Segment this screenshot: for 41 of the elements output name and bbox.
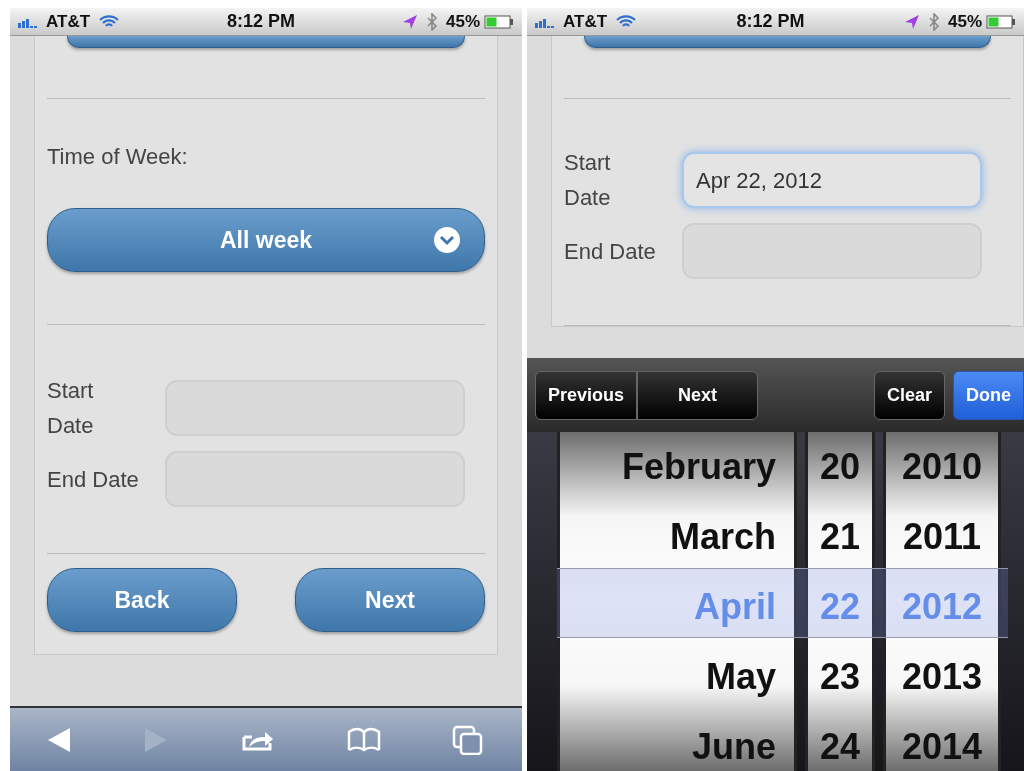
battery-percent: 45%	[947, 10, 982, 33]
picker-option[interactable]: February	[560, 432, 794, 502]
picker-option[interactable]: 20	[808, 432, 872, 502]
picker-option[interactable]: 23	[808, 642, 872, 712]
bluetooth-icon	[425, 12, 438, 31]
status-time: 8:12 PM	[736, 11, 805, 31]
field-label: End Date	[47, 465, 140, 494]
date-picker[interactable]: February March April May June 20 21 22 23 24 2010 2011 2012 2013 2014	[527, 432, 1024, 771]
nav-button[interactable]: Next	[295, 568, 485, 632]
status-time: 8:12 PM	[227, 11, 296, 31]
picker-option[interactable]: 2013	[886, 642, 998, 712]
dropdown-button[interactable]	[584, 36, 991, 48]
field-label: Start Date	[564, 149, 612, 212]
chevron-icon	[434, 227, 460, 253]
keyboard-nav-button[interactable]: Previous	[535, 370, 638, 420]
battery-icon	[484, 14, 514, 29]
bluetooth-icon	[927, 12, 940, 31]
battery-icon	[986, 14, 1016, 29]
keyboard-nav-button[interactable]: Next	[637, 370, 759, 420]
location-arrow-icon	[401, 13, 418, 30]
dropdown-button[interactable]	[67, 36, 465, 48]
picker-option[interactable]: 2011	[886, 502, 998, 572]
picker-option[interactable]: May	[560, 642, 794, 712]
picker-option[interactable]: 21	[808, 502, 872, 572]
select-button[interactable]: All week	[47, 208, 485, 272]
section-label: Time of Week:	[47, 143, 189, 171]
picker-option[interactable]: March	[560, 502, 794, 572]
field-label: Start Date	[47, 377, 95, 440]
carrier-name: AT&T	[563, 10, 608, 33]
date-field[interactable]: Apr 22, 2012	[682, 152, 982, 208]
carrier-name: AT&T	[46, 10, 91, 33]
picker-option[interactable]: 2010	[886, 432, 998, 502]
picker-option[interactable]: 24	[808, 712, 872, 771]
nav-button[interactable]: Back	[47, 568, 237, 632]
clear-button[interactable]: Clear	[873, 370, 945, 420]
battery-percent: 45%	[445, 10, 480, 33]
picker-option[interactable]: 2014	[886, 712, 998, 771]
location-arrow-icon	[903, 13, 920, 30]
done-button[interactable]: Done	[953, 370, 1024, 420]
field-label: End Date	[564, 237, 657, 266]
picker-option[interactable]: June	[560, 712, 794, 771]
